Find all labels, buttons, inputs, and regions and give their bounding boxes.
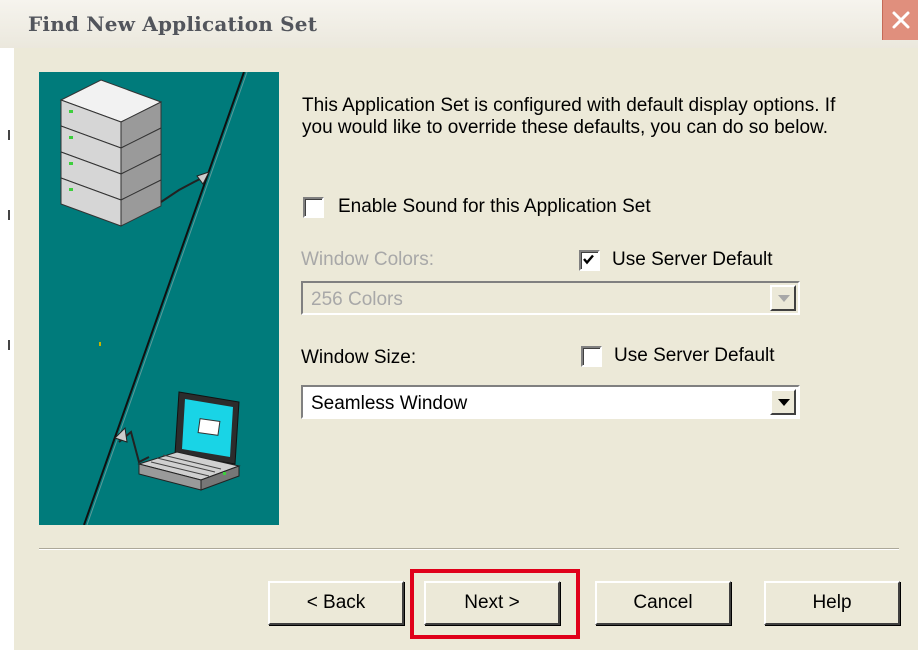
checkmark-icon — [583, 254, 594, 264]
size-server-default-option[interactable]: Use Server Default — [581, 345, 775, 367]
edge-mark — [8, 340, 10, 350]
left-edge — [0, 48, 14, 650]
size-server-default-checkbox[interactable] — [581, 345, 602, 367]
wizard-banner — [39, 71, 279, 526]
cancel-button[interactable]: Cancel — [595, 581, 731, 625]
wizard-dialog: Find New Application Set This Applicatio… — [0, 0, 918, 650]
colors-server-default-option[interactable]: Use Server Default — [579, 249, 773, 271]
help-button[interactable]: Help — [764, 581, 900, 625]
next-button-highlight — [410, 569, 580, 639]
chevron-down-icon — [778, 399, 790, 406]
back-button[interactable]: < Back — [268, 581, 404, 625]
window-size-dropdown-button[interactable] — [770, 389, 796, 415]
enable-sound-option[interactable]: Enable Sound for this Application Set — [303, 196, 651, 218]
window-size-value: Seamless Window — [311, 393, 468, 414]
colors-server-default-checkbox[interactable] — [579, 249, 600, 271]
window-colors-dropdown: 256 Colors — [301, 281, 800, 315]
separator-highlight — [39, 549, 899, 550]
enable-sound-checkbox[interactable] — [303, 196, 324, 218]
server-client-illustration — [59, 71, 248, 526]
close-icon — [892, 11, 910, 29]
server-icon — [59, 79, 210, 227]
laptop-icon — [114, 391, 241, 491]
window-colors-label: Window Colors: — [301, 249, 435, 270]
window-title: Find New Application Set — [28, 12, 318, 36]
colors-server-default-label: Use Server Default — [612, 249, 773, 270]
close-button[interactable] — [882, 0, 918, 40]
window-size-label: Window Size: — [301, 347, 417, 368]
title-bar: Find New Application Set — [0, 0, 918, 48]
enable-sound-label: Enable Sound for this Application Set — [338, 196, 651, 217]
window-colors-value: 256 Colors — [311, 289, 403, 310]
window-size-dropdown[interactable]: Seamless Window — [301, 385, 800, 419]
window-colors-dropdown-button — [770, 285, 796, 311]
edge-mark — [8, 130, 10, 140]
description-text: This Application Set is configured with … — [302, 95, 836, 138]
edge-mark — [8, 210, 10, 220]
size-server-default-label: Use Server Default — [614, 345, 775, 366]
chevron-down-icon — [778, 295, 790, 302]
